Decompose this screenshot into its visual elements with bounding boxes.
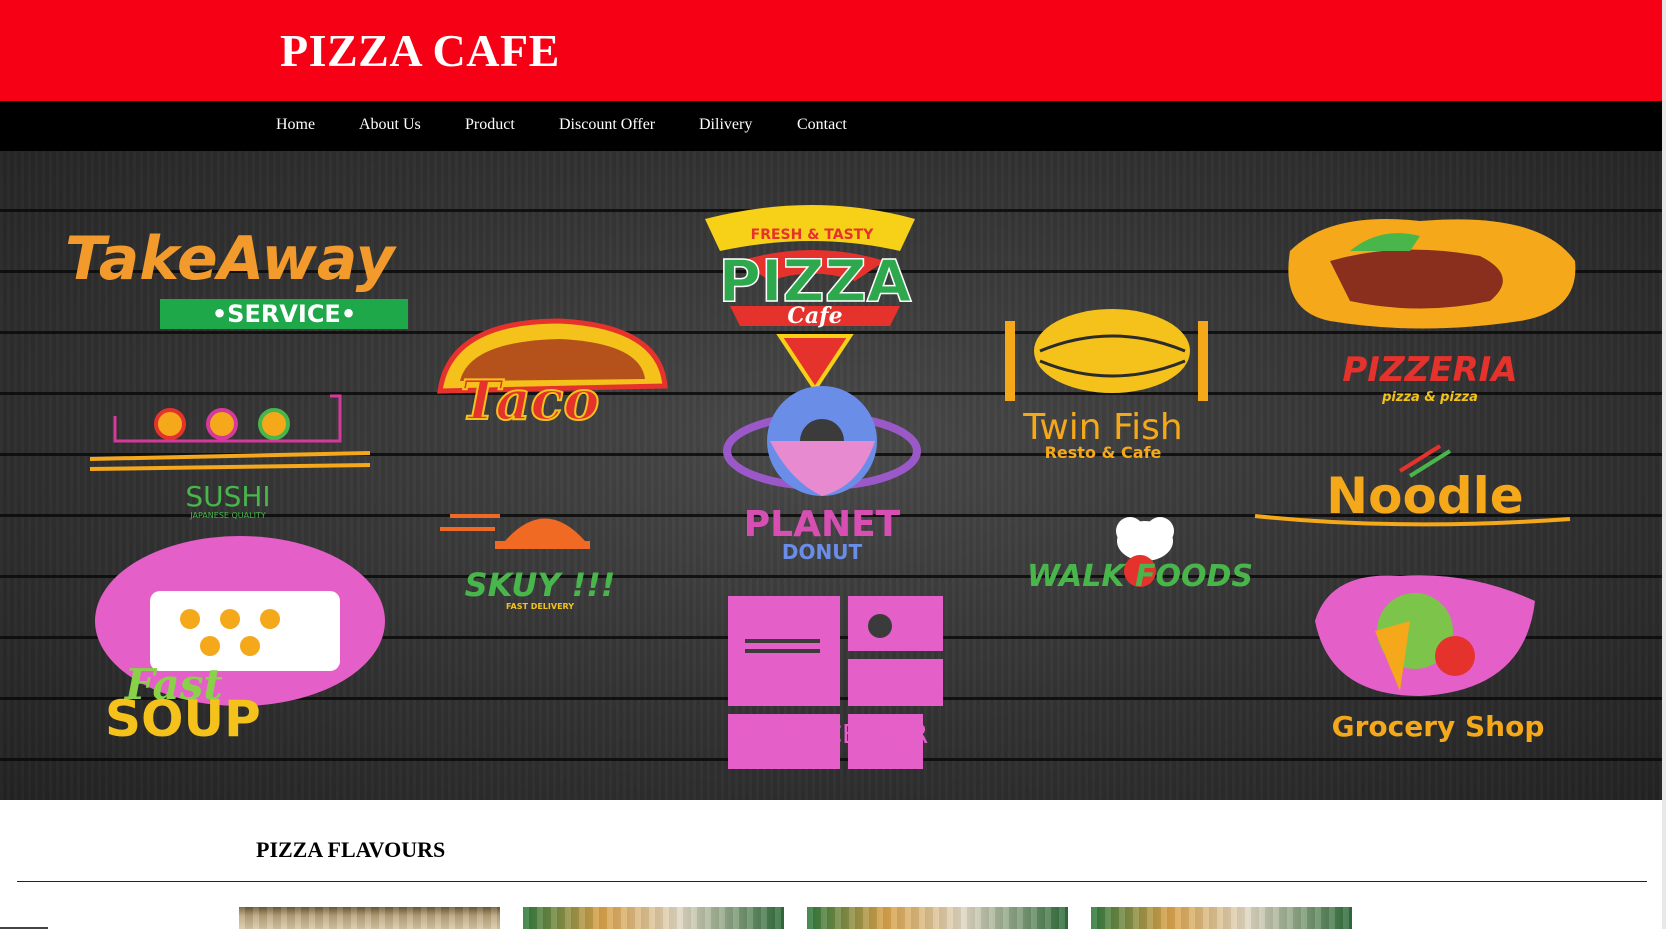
hero-banner: TakeAway •SERVICE• FRESH & TASTY PIZZA C… — [0, 151, 1662, 800]
skuy-main: SKUY !!! — [465, 566, 616, 604]
planet-main: PLANET — [744, 504, 901, 545]
nav-item-discount-offer[interactable]: Discount Offer — [559, 116, 655, 134]
fast-soup-logo: Fast SOUP — [95, 536, 385, 748]
sushi-sub: JAPANESE QUALITY — [189, 511, 266, 520]
takeaway-line2: •SERVICE• — [212, 300, 356, 328]
walk-foods-text: WALK FOODS — [1027, 559, 1253, 594]
pizzeria-logo: PIZZERIA pizza & pizza — [1288, 219, 1576, 405]
main-navigation: Home About Us Product Discount Offer Dil… — [0, 101, 1662, 151]
site-header: PIZZA CAFE — [0, 0, 1662, 101]
twin-fish-sub: Resto & Cafe — [1045, 443, 1162, 462]
twin-fish-logo: Twin Fish Resto & Cafe — [1005, 309, 1208, 462]
pizzeria-main: PIZZERIA — [1342, 350, 1517, 390]
flavour-card-image[interactable] — [1091, 907, 1352, 929]
soup-line2: SOUP — [105, 690, 261, 748]
food-center-text: FOOD CENTER — [740, 720, 929, 750]
flavour-card-image[interactable] — [523, 907, 784, 929]
sushi-logo: SUSHI JAPANESE QUALITY — [89, 394, 371, 520]
sushi-main: SUSHI — [185, 480, 270, 513]
section-divider — [17, 881, 1647, 882]
taco-logo: Taco — [437, 318, 668, 433]
flavour-card-image[interactable] — [807, 907, 1068, 929]
pizza-photo — [807, 907, 1068, 929]
planet-donut-logo: PLANET DONUT — [723, 386, 921, 564]
nav-item-contact[interactable]: Contact — [797, 116, 847, 134]
flavour-card-image[interactable] — [239, 907, 500, 929]
food-center-logo: FOOD CENTER — [728, 596, 943, 769]
noodle-logo: Noodle — [1254, 444, 1571, 527]
grocery-shop-logo: Grocery Shop — [1315, 575, 1544, 743]
takeaway-logo: TakeAway •SERVICE• — [65, 224, 408, 329]
twin-fish-main: Twin Fish — [1022, 407, 1182, 448]
nav-item-delivery[interactable]: Dilivery — [699, 116, 752, 134]
section-title: PIZZA FLAVOURS — [256, 837, 446, 862]
site-title[interactable]: PIZZA CAFE — [280, 24, 560, 77]
vertical-scrollbar[interactable] — [1662, 0, 1666, 929]
nav-item-product[interactable]: Product — [465, 116, 515, 134]
pizza-photo — [1091, 907, 1352, 929]
pizza-cafe-logo: FRESH & TASTY PIZZA Cafe — [705, 205, 915, 393]
grocery-text: Grocery Shop — [1332, 710, 1545, 743]
pizza-top-text: FRESH & TASTY — [751, 227, 875, 243]
skuy-logo: SKUY !!! FAST DELIVERY — [440, 514, 616, 611]
planet-sub: DONUT — [782, 540, 863, 564]
noodle-text: Noodle — [1326, 467, 1523, 525]
pizza-photo — [239, 907, 500, 929]
pizza-photo — [523, 907, 784, 929]
taco-text: Taco — [461, 368, 600, 432]
pizzeria-sub: pizza & pizza — [1381, 390, 1478, 405]
pizza-sub-text: Cafe — [787, 303, 842, 329]
takeaway-line1: TakeAway — [65, 224, 398, 294]
logo-collage: TakeAway •SERVICE• FRESH & TASTY PIZZA C… — [65, 205, 1576, 769]
nav-item-home[interactable]: Home — [276, 116, 315, 134]
nav-item-about-us[interactable]: About Us — [359, 116, 421, 134]
walk-foods-logo: WALK FOODS — [1027, 517, 1253, 594]
skuy-sub: FAST DELIVERY — [506, 602, 574, 611]
